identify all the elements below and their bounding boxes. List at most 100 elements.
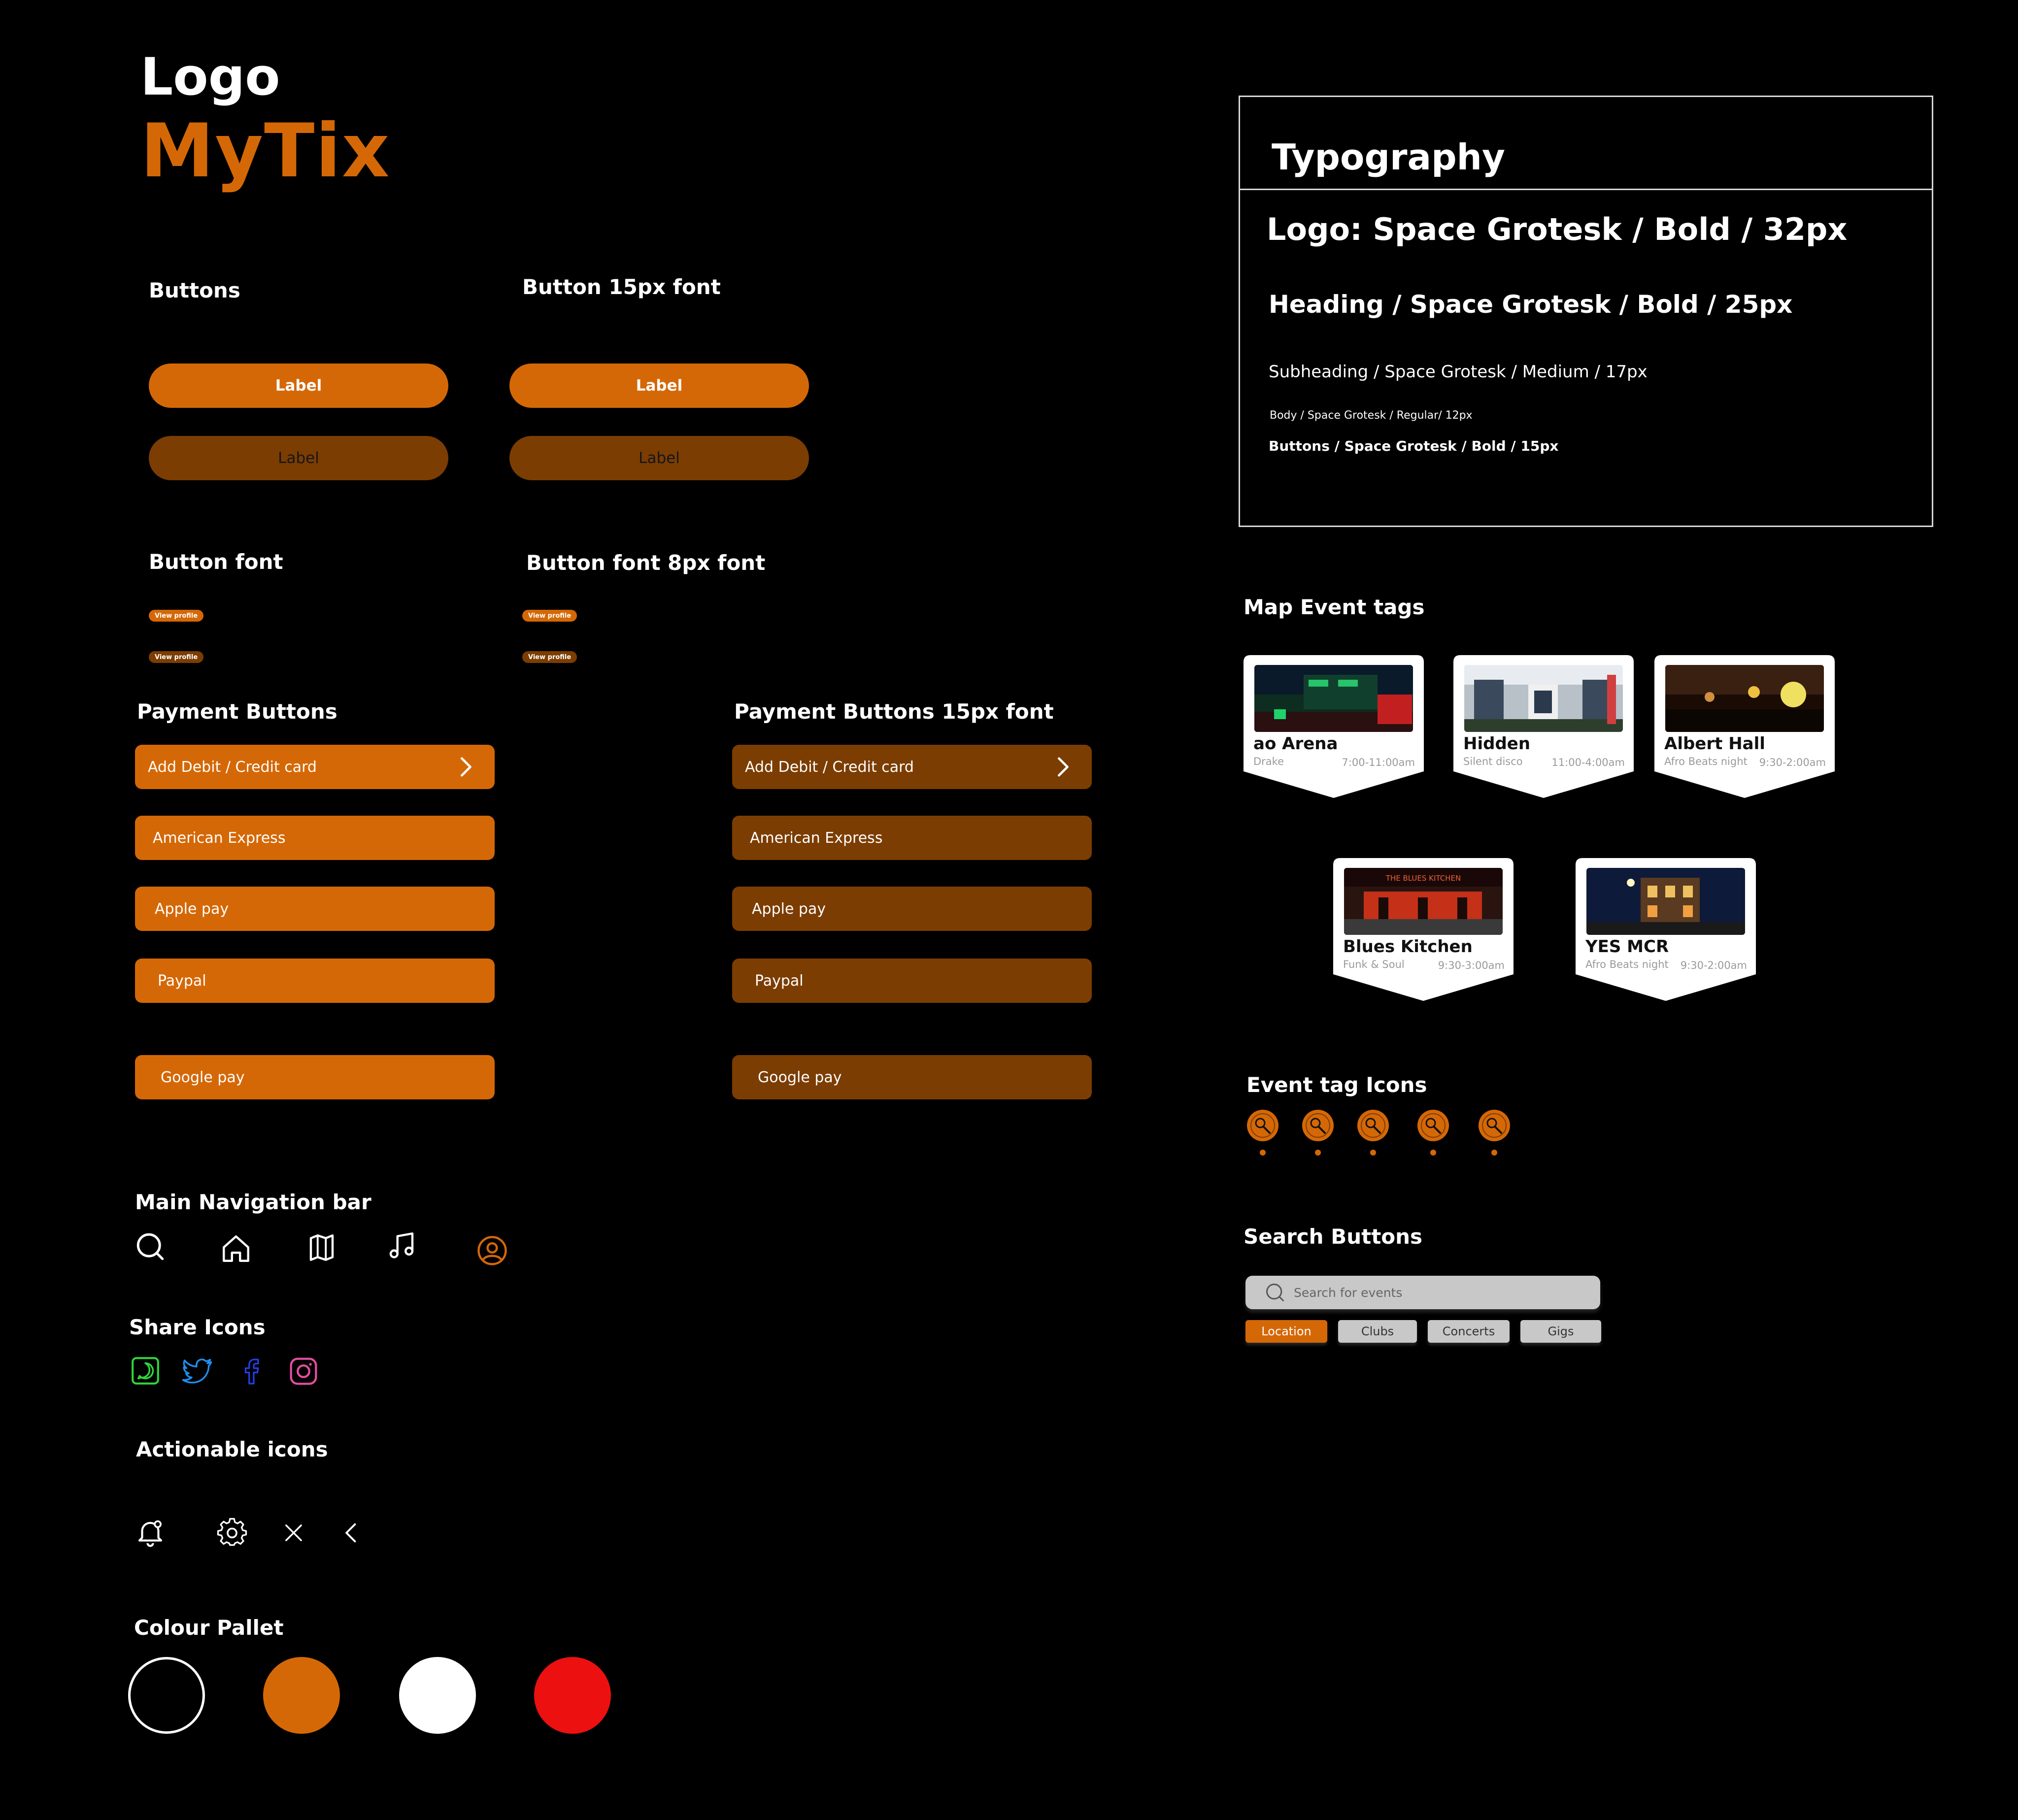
- microphone-pin-icon[interactable]: [1245, 1108, 1280, 1158]
- button-font-heading: Button font: [149, 550, 283, 574]
- typography-divider: [1240, 189, 1932, 190]
- chip-gigs[interactable]: Gigs: [1520, 1320, 1601, 1343]
- map-event-tag[interactable]: THE BLUES KITCHEN Blues Kitchen Funk & Sou…: [1333, 858, 1514, 1001]
- microphone-pin-icon[interactable]: [1477, 1108, 1512, 1158]
- pay-amex-button[interactable]: American Express: [135, 816, 495, 860]
- pay-add-card-button-15px[interactable]: Add Debit / Credit card: [732, 745, 1092, 789]
- settings-gear-icon[interactable]: [217, 1517, 247, 1548]
- chevron-right-icon: [1058, 757, 1069, 777]
- secondary-button-15px[interactable]: Label: [509, 436, 809, 480]
- color-swatch-orange: [263, 1657, 340, 1734]
- map-event-tag[interactable]: ao Arena Drake 7:00-11:00am: [1244, 655, 1424, 798]
- profile-icon[interactable]: [476, 1234, 508, 1267]
- pay-label: Add Debit / Credit card: [745, 758, 914, 776]
- pay-googlepay-button[interactable]: Google pay: [135, 1055, 495, 1099]
- notification-bell-icon[interactable]: [134, 1516, 167, 1549]
- map-event-tag[interactable]: YES MCR Afro Beats night 9:30-2:00am: [1576, 858, 1756, 1001]
- map-tags-heading: Map Event tags: [1244, 595, 1425, 619]
- pay-label: Paypal: [158, 972, 206, 990]
- primary-button-15px[interactable]: Label: [509, 364, 809, 408]
- facebook-icon[interactable]: [236, 1356, 266, 1387]
- typography-body-spec: Body / Space Grotesk / Regular/ 12px: [1270, 409, 1473, 422]
- microphone-pin-icon[interactable]: [1416, 1108, 1450, 1158]
- event-icons-heading: Event tag Icons: [1246, 1073, 1427, 1097]
- event-photo: [1464, 665, 1623, 732]
- microphone-pin-icon[interactable]: [1301, 1108, 1335, 1158]
- music-icon[interactable]: [385, 1229, 418, 1262]
- logo-heading: Logo: [140, 47, 280, 107]
- microphone-pin-icon[interactable]: [1356, 1108, 1390, 1158]
- map-event-tag[interactable]: Albert Hall Afro Beats night 9:30-2:00am: [1654, 655, 1835, 798]
- map-icon[interactable]: [305, 1231, 338, 1264]
- pay-amex-button-15px[interactable]: American Express: [732, 816, 1092, 860]
- event-name: YES MCR: [1585, 937, 1669, 957]
- event-name: Albert Hall: [1664, 734, 1765, 754]
- event-subtitle: Silent disco: [1463, 756, 1523, 767]
- pay-label: Paypal: [755, 972, 804, 990]
- event-subtitle: Drake: [1253, 756, 1284, 767]
- pay-paypal-button-15px[interactable]: Paypal: [732, 959, 1092, 1003]
- chip-location[interactable]: Location: [1245, 1320, 1327, 1343]
- home-icon[interactable]: [220, 1232, 252, 1265]
- event-name: ao Arena: [1253, 734, 1338, 754]
- event-time: 9:30-2:00am: [1759, 757, 1826, 768]
- color-swatch-black: [128, 1657, 205, 1734]
- brand-logo: MyTix: [140, 108, 391, 194]
- map-event-tag[interactable]: Hidden Silent disco 11:00-4:00am: [1453, 655, 1634, 798]
- event-photo: [1254, 665, 1413, 732]
- close-icon[interactable]: [281, 1520, 306, 1546]
- pay-googlepay-button-15px[interactable]: Google pay: [732, 1055, 1092, 1099]
- event-time: 7:00-11:00am: [1342, 757, 1415, 768]
- search-input[interactable]: Search for events: [1294, 1286, 1402, 1300]
- share-heading: Share Icons: [129, 1315, 266, 1339]
- back-chevron-icon[interactable]: [339, 1520, 365, 1546]
- event-subtitle: Afro Beats night: [1585, 959, 1669, 970]
- event-photo: [1665, 665, 1824, 732]
- chip-concerts[interactable]: Concerts: [1428, 1320, 1510, 1343]
- pay-label: Apple pay: [155, 900, 229, 918]
- pay-paypal-button[interactable]: Paypal: [135, 959, 495, 1003]
- view-profile-button-8px-secondary[interactable]: View profile: [522, 651, 577, 663]
- pay-applepay-button[interactable]: Apple pay: [135, 887, 495, 931]
- color-swatch-red: [534, 1657, 611, 1734]
- actionable-heading: Actionable icons: [136, 1437, 328, 1461]
- buttons-heading: Buttons: [149, 278, 240, 302]
- search-icon: [1266, 1284, 1284, 1301]
- event-subtitle: Funk & Soul: [1343, 959, 1405, 970]
- search-bar[interactable]: Search for events: [1245, 1276, 1600, 1309]
- payment-heading: Payment Buttons: [137, 699, 337, 724]
- search-heading: Search Buttons: [1244, 1224, 1423, 1249]
- view-profile-button[interactable]: View profile: [149, 610, 204, 622]
- event-time: 9:30-3:00am: [1438, 960, 1505, 971]
- pay-add-card-button[interactable]: Add Debit / Credit card: [135, 745, 495, 789]
- whatsapp-icon[interactable]: [130, 1356, 161, 1386]
- event-name: Blues Kitchen: [1343, 937, 1473, 957]
- event-photo: [1586, 868, 1745, 935]
- buttons-15px-heading: Button 15px font: [522, 275, 721, 299]
- typography-heading-spec: Heading / Space Grotesk / Bold / 25px: [1269, 290, 1793, 319]
- blues-kitchen-sign: THE BLUES KITCHEN: [1385, 874, 1461, 883]
- pay-label: Google pay: [161, 1068, 245, 1086]
- button-font-8px-heading: Button font 8px font: [526, 551, 766, 575]
- search-icon[interactable]: [134, 1230, 167, 1263]
- pay-applepay-button-15px[interactable]: Apple pay: [732, 887, 1092, 931]
- event-subtitle: Afro Beats night: [1664, 756, 1748, 767]
- payment-15px-heading: Payment Buttons 15px font: [734, 699, 1054, 724]
- navigation-heading: Main Navigation bar: [135, 1190, 371, 1214]
- pay-label: American Express: [153, 829, 286, 847]
- typography-panel: Typography Logo: Space Grotesk / Bold / …: [1239, 96, 1933, 527]
- event-name: Hidden: [1463, 734, 1531, 754]
- twitter-icon[interactable]: [182, 1356, 214, 1387]
- typography-heading: Typography: [1272, 136, 1505, 178]
- chip-clubs[interactable]: Clubs: [1338, 1320, 1417, 1343]
- view-profile-button-secondary[interactable]: View profile: [149, 651, 204, 663]
- event-photo: THE BLUES KITCHEN: [1344, 868, 1503, 935]
- instagram-icon[interactable]: [288, 1356, 319, 1387]
- pay-label: American Express: [750, 829, 883, 847]
- view-profile-button-8px[interactable]: View profile: [522, 610, 577, 622]
- typography-subheading-spec: Subheading / Space Grotesk / Medium / 17…: [1269, 362, 1648, 382]
- event-time: 9:30-2:00am: [1680, 960, 1747, 971]
- event-time: 11:00-4:00am: [1551, 757, 1625, 768]
- primary-button[interactable]: Label: [149, 364, 448, 408]
- secondary-button[interactable]: Label: [149, 436, 448, 480]
